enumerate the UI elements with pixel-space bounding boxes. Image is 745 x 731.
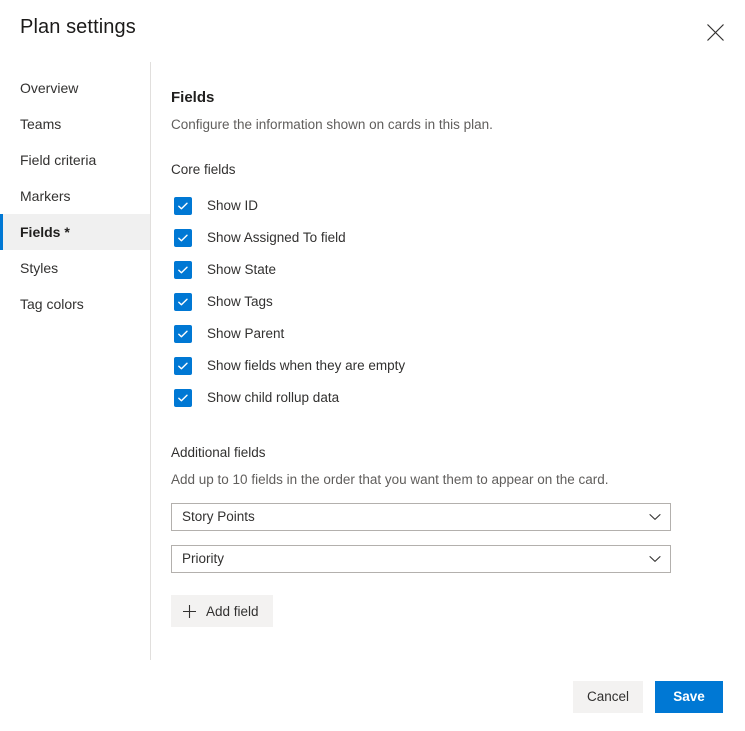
additional-field-value: Story Points	[182, 509, 255, 524]
sidebar-item-field-criteria[interactable]: Field criteria	[0, 142, 150, 178]
checkbox-label: Show fields when they are empty	[207, 358, 406, 373]
checkmark-icon[interactable]	[174, 357, 192, 375]
close-icon	[706, 23, 725, 42]
checkbox-label: Show Tags	[207, 294, 273, 309]
checkbox-row-show-tags[interactable]: Show Tags	[171, 286, 691, 318]
sidebar-item-label: Markers	[20, 188, 71, 204]
add-field-label: Add field	[206, 603, 259, 619]
additional-field-value: Priority	[182, 551, 225, 566]
checkbox-label: Show State	[207, 262, 277, 277]
sidebar-divider	[150, 62, 151, 660]
checkbox-row-show-state[interactable]: Show State	[171, 254, 691, 286]
chevron-down-icon	[649, 513, 661, 521]
sidebar-item-teams[interactable]: Teams	[0, 106, 150, 142]
sidebar-item-styles[interactable]: Styles	[0, 250, 150, 286]
sidebar-item-fields[interactable]: Fields *	[0, 214, 150, 250]
add-field-button[interactable]: Add field	[171, 595, 273, 627]
sidebar-item-markers[interactable]: Markers	[0, 178, 150, 214]
checkmark-icon[interactable]	[174, 389, 192, 407]
plus-icon	[182, 604, 197, 619]
sidebar-item-overview[interactable]: Overview	[0, 70, 150, 106]
checkbox-label: Show ID	[207, 198, 259, 213]
checkbox-row-show-id[interactable]: Show ID	[171, 190, 691, 222]
additional-fields-label: Additional fields	[171, 445, 266, 460]
checkbox-row-show-fields-when-empty[interactable]: Show fields when they are empty	[171, 350, 691, 382]
additional-field-select-2[interactable]: Priority	[171, 545, 671, 573]
checkbox-label: Show Parent	[207, 326, 285, 341]
checkbox-label: Show Assigned To field	[207, 230, 346, 245]
checkmark-icon[interactable]	[174, 325, 192, 343]
sidebar-item-label: Overview	[20, 80, 79, 96]
checkmark-icon[interactable]	[174, 261, 192, 279]
sidebar-item-label: Field criteria	[20, 152, 97, 168]
section-title: Fields	[171, 89, 215, 106]
core-fields-checkbox-list: Show ID Show Assigned To field Show Stat…	[171, 190, 691, 414]
cancel-button[interactable]: Cancel	[572, 680, 643, 713]
checkbox-label: Show child rollup data	[207, 390, 340, 405]
close-button[interactable]	[699, 16, 731, 48]
dialog-body: Overview Teams Field criteria Markers Fi…	[0, 62, 745, 662]
sidebar-item-label: Fields *	[20, 224, 70, 240]
dialog-footer: Cancel Save	[0, 662, 745, 731]
checkbox-row-show-assigned-to-field[interactable]: Show Assigned To field	[171, 222, 691, 254]
dialog-header: Plan settings	[0, 0, 745, 62]
settings-sidebar: Overview Teams Field criteria Markers Fi…	[0, 62, 150, 322]
page-title: Plan settings	[20, 16, 136, 38]
checkbox-row-show-child-rollup-data[interactable]: Show child rollup data	[171, 382, 691, 414]
additional-field-select-1[interactable]: Story Points	[171, 503, 671, 531]
checkmark-icon[interactable]	[174, 197, 192, 215]
sidebar-item-tag-colors[interactable]: Tag colors	[0, 286, 150, 322]
core-fields-label: Core fields	[171, 162, 236, 177]
chevron-down-icon	[649, 555, 661, 563]
sidebar-item-label: Styles	[20, 260, 59, 276]
additional-fields-description: Add up to 10 fields in the order that yo…	[171, 472, 609, 487]
settings-content: Fields Configure the information shown o…	[171, 62, 691, 627]
checkmark-icon[interactable]	[174, 229, 192, 247]
save-button[interactable]: Save	[655, 680, 723, 713]
checkbox-row-show-parent[interactable]: Show Parent	[171, 318, 691, 350]
sidebar-item-label: Teams	[20, 116, 62, 132]
checkmark-icon[interactable]	[174, 293, 192, 311]
sidebar-item-label: Tag colors	[20, 296, 84, 312]
section-description: Configure the information shown on cards…	[171, 117, 493, 132]
